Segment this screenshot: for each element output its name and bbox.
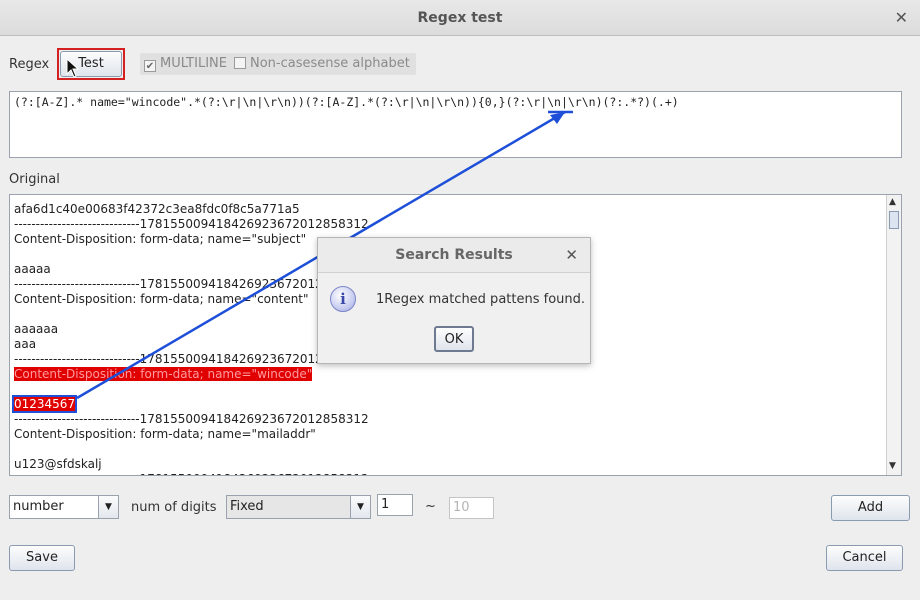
- window-title: Regex test: [417, 10, 503, 26]
- original-line: Content-Disposition: form-data; name="co…: [14, 292, 369, 307]
- min-digits-field[interactable]: 1: [377, 494, 413, 516]
- info-icon: i: [330, 286, 356, 312]
- original-line: aaaaaa: [14, 322, 369, 337]
- original-line: u123@sfdskalj: [14, 457, 369, 472]
- regex-input[interactable]: (?:[A-Z].* name="wincode".*(?:\r|\n|\r\n…: [9, 91, 902, 158]
- mouse-cursor-icon: [66, 58, 80, 78]
- window-titlebar: Regex test ✕: [0, 0, 920, 36]
- dialog-message: 1Regex matched pattens found.: [376, 292, 586, 307]
- search-results-dialog: Search Results ✕ i 1Regex matched patten…: [317, 237, 591, 364]
- mode-select-value: Fixed: [230, 499, 264, 514]
- original-line-text: 01234567: [11, 395, 78, 413]
- original-line-text: Content-Disposition: form-data; name="su…: [14, 232, 307, 246]
- original-line-text: aaaaa: [14, 262, 51, 276]
- original-line-text: u123@sfdskalj: [14, 457, 102, 471]
- original-line: 01234567: [11, 395, 369, 413]
- original-line-text: aaaaaa: [14, 322, 59, 336]
- scroll-down-icon[interactable]: ▼: [889, 461, 896, 471]
- cancel-button[interactable]: Cancel: [826, 545, 903, 571]
- noncase-checkbox[interactable]: Non-casesense alphabet: [230, 53, 416, 75]
- range-tilde: ~: [425, 499, 436, 514]
- original-line: [14, 442, 369, 457]
- original-line-text: -----------------------------17815500941…: [14, 472, 369, 475]
- original-line: -----------------------------17815500941…: [14, 217, 369, 232]
- regex-label: Regex: [9, 57, 50, 72]
- original-line-text: Content-Disposition: form-data; name="ma…: [14, 427, 316, 441]
- save-button[interactable]: Save: [9, 545, 75, 571]
- ok-button[interactable]: OK: [434, 326, 474, 352]
- num-digits-label: num of digits: [131, 500, 217, 515]
- original-line-text: aaa: [14, 337, 37, 351]
- original-line-text: afa6d1c40e00683f42372c3ea8fdc0f8c5a771a5: [14, 202, 300, 216]
- original-line: [14, 247, 369, 262]
- original-line-text: -----------------------------17815500941…: [14, 352, 369, 366]
- type-select[interactable]: number ▼: [9, 495, 119, 519]
- noncase-label: Non-casesense alphabet: [250, 56, 410, 71]
- checkbox-checked-icon: ✔: [144, 60, 156, 72]
- original-line: Content-Disposition: form-data; name="wi…: [14, 367, 369, 382]
- checkbox-unchecked-icon: [234, 57, 246, 69]
- max-digits-field[interactable]: 10: [449, 497, 494, 519]
- close-icon[interactable]: ✕: [565, 238, 578, 273]
- original-line: afa6d1c40e00683f42372c3ea8fdc0f8c5a771a5: [14, 202, 369, 217]
- original-line-text: Content-Disposition: form-data; name="co…: [14, 292, 309, 306]
- original-line: aaa: [14, 337, 369, 352]
- original-line-text: -----------------------------17815500941…: [14, 277, 369, 291]
- original-line: [14, 382, 369, 397]
- add-button[interactable]: Add: [831, 495, 910, 521]
- original-label: Original: [9, 172, 60, 187]
- chevron-down-icon[interactable]: ▼: [98, 496, 118, 518]
- scroll-thumb[interactable]: [889, 211, 899, 229]
- type-select-value: number: [13, 499, 64, 514]
- original-line: -----------------------------17815500941…: [14, 472, 369, 475]
- dialog-title: Search Results: [318, 238, 590, 273]
- multiline-checkbox[interactable]: ✔ MULTILINE: [140, 53, 233, 75]
- original-line: Content-Disposition: form-data; name="ma…: [14, 427, 369, 442]
- close-icon[interactable]: ✕: [895, 0, 908, 36]
- original-line-text: Content-Disposition: form-data; name="wi…: [14, 367, 313, 381]
- original-line: -----------------------------17815500941…: [14, 352, 369, 367]
- original-line: -----------------------------17815500941…: [14, 412, 369, 427]
- original-line-text: -----------------------------17815500941…: [14, 217, 369, 231]
- original-line: Content-Disposition: form-data; name="su…: [14, 232, 369, 247]
- original-line-text: -----------------------------17815500941…: [14, 412, 369, 426]
- original-lines: afa6d1c40e00683f42372c3ea8fdc0f8c5a771a5…: [11, 202, 369, 475]
- original-line: aaaaa: [14, 262, 369, 277]
- chevron-down-icon[interactable]: ▼: [350, 496, 370, 518]
- scroll-up-icon[interactable]: ▲: [889, 197, 896, 207]
- mode-select[interactable]: Fixed ▼: [226, 495, 371, 519]
- original-line: [14, 307, 369, 322]
- original-line: -----------------------------17815500941…: [14, 277, 369, 292]
- vertical-scrollbar[interactable]: ▲ ▼: [886, 195, 901, 475]
- multiline-label: MULTILINE: [160, 56, 227, 71]
